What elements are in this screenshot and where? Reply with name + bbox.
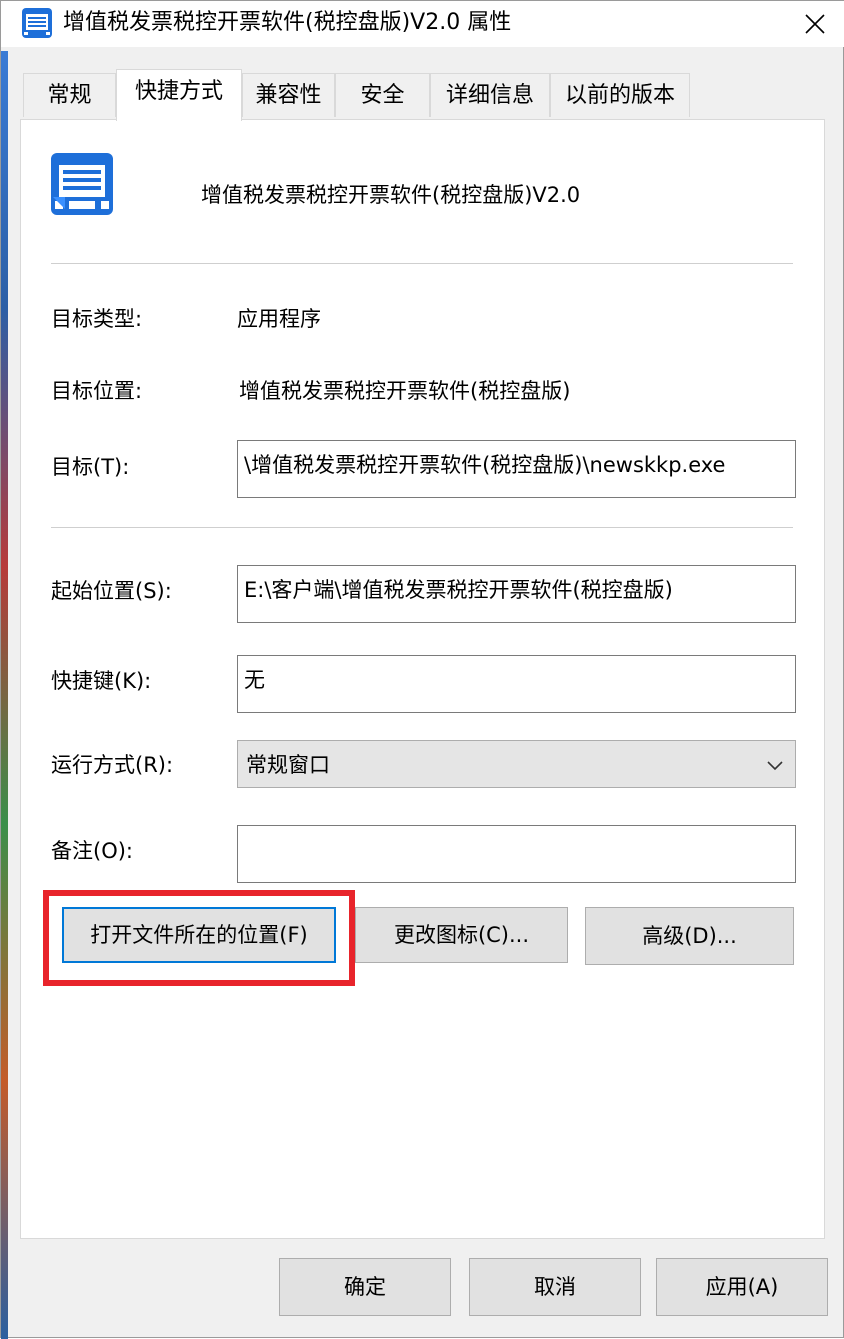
tab-security[interactable]: 安全 xyxy=(335,73,430,117)
separator xyxy=(51,527,793,528)
shortcut-key-input[interactable]: 无 xyxy=(237,655,796,713)
cancel-button[interactable]: 取消 xyxy=(469,1258,641,1316)
start-in-input[interactable]: E:\客户端\增值税发票税控开票软件(税控盘版) xyxy=(237,565,796,623)
run-select[interactable]: 常规窗口 xyxy=(237,740,796,788)
run-select-value: 常规窗口 xyxy=(246,753,330,777)
target-label: 目标(T): xyxy=(51,455,130,479)
target-location-value: 增值税发票税控开票软件(税控盘版) xyxy=(239,379,571,403)
target-type-value: 应用程序 xyxy=(237,307,321,331)
advanced-button[interactable]: 高级(D)... xyxy=(585,907,794,965)
ok-button[interactable]: 确定 xyxy=(279,1258,451,1316)
app-shortcut-icon xyxy=(21,7,53,39)
tab-previous-versions[interactable]: 以前的版本 xyxy=(550,73,690,117)
tab-shortcut[interactable]: 快捷方式 xyxy=(116,69,242,121)
highlight-annotation xyxy=(43,890,355,986)
shortcut-key-label: 快捷键(K): xyxy=(51,669,152,693)
tab-compatibility[interactable]: 兼容性 xyxy=(242,73,335,117)
close-icon xyxy=(805,14,825,34)
separator xyxy=(51,263,793,264)
close-button[interactable] xyxy=(785,1,844,47)
comment-label: 备注(O): xyxy=(51,839,133,863)
properties-window: 增值税发票税控开票软件(税控盘版)V2.0 属性 常规 快捷方式 兼容性 安全 … xyxy=(0,0,844,1339)
tab-details[interactable]: 详细信息 xyxy=(430,73,550,117)
shortcut-name: 增值税发票税控开票软件(税控盘版)V2.0 xyxy=(201,183,581,207)
comment-input[interactable] xyxy=(237,825,796,883)
app-large-icon xyxy=(49,151,115,217)
background-edge xyxy=(1,51,8,1339)
run-label: 运行方式(R): xyxy=(51,753,174,777)
start-in-label: 起始位置(S): xyxy=(51,579,172,603)
chevron-down-icon xyxy=(767,761,783,771)
target-input[interactable]: \增值税发票税控开票软件(税控盘版)\newskkp.exe xyxy=(237,440,796,498)
change-icon-button[interactable]: 更改图标(C)... xyxy=(355,907,568,963)
tab-general[interactable]: 常规 xyxy=(23,73,116,117)
title-bar: 增值税发票税控开票软件(税控盘版)V2.0 属性 xyxy=(1,1,844,47)
target-location-label: 目标位置: xyxy=(51,379,143,403)
target-type-label: 目标类型: xyxy=(51,307,143,331)
apply-button[interactable]: 应用(A) xyxy=(656,1258,828,1316)
window-title: 增值税发票税控开票软件(税控盘版)V2.0 属性 xyxy=(63,10,512,35)
